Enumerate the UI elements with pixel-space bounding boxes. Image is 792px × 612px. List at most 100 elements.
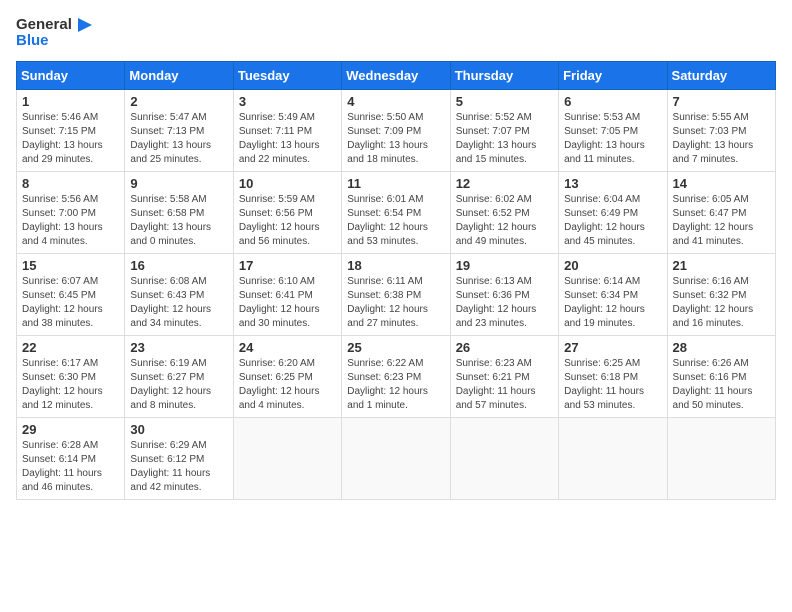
calendar-cell: 4 Sunrise: 5:50 AM Sunset: 7:09 PM Daylig…	[342, 90, 450, 172]
day-info: Sunrise: 6:11 AM Sunset: 6:38 PM Dayligh…	[347, 275, 444, 331]
calendar-cell	[667, 418, 775, 500]
day-number: 26	[456, 340, 553, 355]
day-number: 24	[239, 340, 336, 355]
weekday-header-saturday: Saturday	[667, 62, 775, 90]
day-info: Sunrise: 6:14 AM Sunset: 6:34 PM Dayligh…	[564, 275, 661, 331]
calendar-week-row: 8 Sunrise: 5:56 AM Sunset: 7:00 PM Daylig…	[17, 172, 776, 254]
day-number: 7	[673, 94, 770, 109]
day-info: Sunrise: 5:47 AM Sunset: 7:13 PM Dayligh…	[130, 111, 227, 167]
calendar-week-row: 1Sunrise: 5:46 AM Sunset: 7:15 PM Daylig…	[17, 90, 776, 172]
day-number: 25	[347, 340, 444, 355]
logo-blue: Blue	[16, 32, 49, 49]
weekday-header-friday: Friday	[559, 62, 667, 90]
calendar-cell: 18 Sunrise: 6:11 AM Sunset: 6:38 PM Dayli…	[342, 254, 450, 336]
day-info: Sunrise: 6:07 AM Sunset: 6:45 PM Dayligh…	[22, 275, 119, 331]
day-number: 27	[564, 340, 661, 355]
day-number: 2	[130, 94, 227, 109]
calendar-cell: 23 Sunrise: 6:19 AM Sunset: 6:27 PM Dayli…	[125, 336, 233, 418]
day-info: Sunrise: 6:25 AM Sunset: 6:18 PM Dayligh…	[564, 357, 661, 413]
day-number: 9	[130, 176, 227, 191]
logo: General Blue	[16, 16, 92, 49]
calendar-cell: 9 Sunrise: 5:58 AM Sunset: 6:58 PM Daylig…	[125, 172, 233, 254]
calendar-cell: 29 Sunrise: 6:28 AM Sunset: 6:14 PM Dayli…	[17, 418, 125, 500]
calendar-cell: 8 Sunrise: 5:56 AM Sunset: 7:00 PM Daylig…	[17, 172, 125, 254]
weekday-header-row: SundayMondayTuesdayWednesdayThursdayFrid…	[17, 62, 776, 90]
calendar-cell	[450, 418, 558, 500]
page-header: General Blue	[16, 16, 776, 49]
calendar-cell: 3 Sunrise: 5:49 AM Sunset: 7:11 PM Daylig…	[233, 90, 341, 172]
weekday-header-sunday: Sunday	[17, 62, 125, 90]
calendar-cell: 22 Sunrise: 6:17 AM Sunset: 6:30 PM Dayli…	[17, 336, 125, 418]
day-info: Sunrise: 6:02 AM Sunset: 6:52 PM Dayligh…	[456, 193, 553, 249]
day-info: Sunrise: 6:29 AM Sunset: 6:12 PM Dayligh…	[130, 439, 227, 495]
calendar-cell	[342, 418, 450, 500]
day-info: Sunrise: 5:53 AM Sunset: 7:05 PM Dayligh…	[564, 111, 661, 167]
calendar-cell: 24 Sunrise: 6:20 AM Sunset: 6:25 PM Dayli…	[233, 336, 341, 418]
day-info: Sunrise: 6:13 AM Sunset: 6:36 PM Dayligh…	[456, 275, 553, 331]
calendar-week-row: 15 Sunrise: 6:07 AM Sunset: 6:45 PM Dayli…	[17, 254, 776, 336]
day-number: 8	[22, 176, 119, 191]
day-info: Sunrise: 6:20 AM Sunset: 6:25 PM Dayligh…	[239, 357, 336, 413]
calendar-cell: 25 Sunrise: 6:22 AM Sunset: 6:23 PM Dayli…	[342, 336, 450, 418]
calendar-cell: 6 Sunrise: 5:53 AM Sunset: 7:05 PM Daylig…	[559, 90, 667, 172]
day-info: Sunrise: 6:10 AM Sunset: 6:41 PM Dayligh…	[239, 275, 336, 331]
calendar-cell: 11 Sunrise: 6:01 AM Sunset: 6:54 PM Dayli…	[342, 172, 450, 254]
day-info: Sunrise: 6:28 AM Sunset: 6:14 PM Dayligh…	[22, 439, 119, 495]
day-info: Sunrise: 5:52 AM Sunset: 7:07 PM Dayligh…	[456, 111, 553, 167]
day-info: Sunrise: 6:16 AM Sunset: 6:32 PM Dayligh…	[673, 275, 770, 331]
calendar-cell: 30 Sunrise: 6:29 AM Sunset: 6:12 PM Dayli…	[125, 418, 233, 500]
day-info: Sunrise: 5:58 AM Sunset: 6:58 PM Dayligh…	[130, 193, 227, 249]
day-number: 30	[130, 422, 227, 437]
day-info: Sunrise: 6:19 AM Sunset: 6:27 PM Dayligh…	[130, 357, 227, 413]
day-number: 6	[564, 94, 661, 109]
day-number: 23	[130, 340, 227, 355]
day-info: Sunrise: 6:05 AM Sunset: 6:47 PM Dayligh…	[673, 193, 770, 249]
calendar-cell: 13 Sunrise: 6:04 AM Sunset: 6:49 PM Dayli…	[559, 172, 667, 254]
day-info: Sunrise: 6:26 AM Sunset: 6:16 PM Dayligh…	[673, 357, 770, 413]
day-number: 13	[564, 176, 661, 191]
day-number: 18	[347, 258, 444, 273]
calendar-cell: 26Sunrise: 6:23 AM Sunset: 6:21 PM Dayli…	[450, 336, 558, 418]
day-number: 10	[239, 176, 336, 191]
day-number: 3	[239, 94, 336, 109]
calendar-week-row: 22 Sunrise: 6:17 AM Sunset: 6:30 PM Dayli…	[17, 336, 776, 418]
calendar-cell: 12 Sunrise: 6:02 AM Sunset: 6:52 PM Dayli…	[450, 172, 558, 254]
day-info: Sunrise: 5:56 AM Sunset: 7:00 PM Dayligh…	[22, 193, 119, 249]
weekday-header-wednesday: Wednesday	[342, 62, 450, 90]
day-number: 12	[456, 176, 553, 191]
calendar-cell: 2 Sunrise: 5:47 AM Sunset: 7:13 PM Daylig…	[125, 90, 233, 172]
day-number: 19	[456, 258, 553, 273]
day-info: Sunrise: 5:49 AM Sunset: 7:11 PM Dayligh…	[239, 111, 336, 167]
logo-triangle-icon	[74, 16, 92, 34]
day-info: Sunrise: 6:01 AM Sunset: 6:54 PM Dayligh…	[347, 193, 444, 249]
day-number: 4	[347, 94, 444, 109]
day-info: Sunrise: 6:17 AM Sunset: 6:30 PM Dayligh…	[22, 357, 119, 413]
day-number: 14	[673, 176, 770, 191]
day-info: Sunrise: 6:22 AM Sunset: 6:23 PM Dayligh…	[347, 357, 444, 413]
calendar-cell: 14 Sunrise: 6:05 AM Sunset: 6:47 PM Dayli…	[667, 172, 775, 254]
day-number: 20	[564, 258, 661, 273]
day-number: 29	[22, 422, 119, 437]
calendar-cell: 1Sunrise: 5:46 AM Sunset: 7:15 PM Daylig…	[17, 90, 125, 172]
day-number: 5	[456, 94, 553, 109]
weekday-header-thursday: Thursday	[450, 62, 558, 90]
day-number: 17	[239, 258, 336, 273]
calendar-cell: 15 Sunrise: 6:07 AM Sunset: 6:45 PM Dayli…	[17, 254, 125, 336]
day-info: Sunrise: 6:04 AM Sunset: 6:49 PM Dayligh…	[564, 193, 661, 249]
day-number: 28	[673, 340, 770, 355]
day-number: 22	[22, 340, 119, 355]
calendar-cell: 20 Sunrise: 6:14 AM Sunset: 6:34 PM Dayli…	[559, 254, 667, 336]
calendar-cell: 5 Sunrise: 5:52 AM Sunset: 7:07 PM Daylig…	[450, 90, 558, 172]
day-info: Sunrise: 5:46 AM Sunset: 7:15 PM Dayligh…	[22, 111, 119, 167]
day-info: Sunrise: 5:50 AM Sunset: 7:09 PM Dayligh…	[347, 111, 444, 167]
calendar-cell: 27 Sunrise: 6:25 AM Sunset: 6:18 PM Dayli…	[559, 336, 667, 418]
calendar-cell: 10Sunrise: 5:59 AM Sunset: 6:56 PM Dayli…	[233, 172, 341, 254]
day-number: 15	[22, 258, 119, 273]
calendar-cell: 16Sunrise: 6:08 AM Sunset: 6:43 PM Dayli…	[125, 254, 233, 336]
calendar-table: SundayMondayTuesdayWednesdayThursdayFrid…	[16, 61, 776, 500]
day-number: 11	[347, 176, 444, 191]
logo-text-block: General Blue	[16, 16, 92, 49]
calendar-cell: 17 Sunrise: 6:10 AM Sunset: 6:41 PM Dayli…	[233, 254, 341, 336]
weekday-header-monday: Monday	[125, 62, 233, 90]
calendar-cell: 21Sunrise: 6:16 AM Sunset: 6:32 PM Dayli…	[667, 254, 775, 336]
